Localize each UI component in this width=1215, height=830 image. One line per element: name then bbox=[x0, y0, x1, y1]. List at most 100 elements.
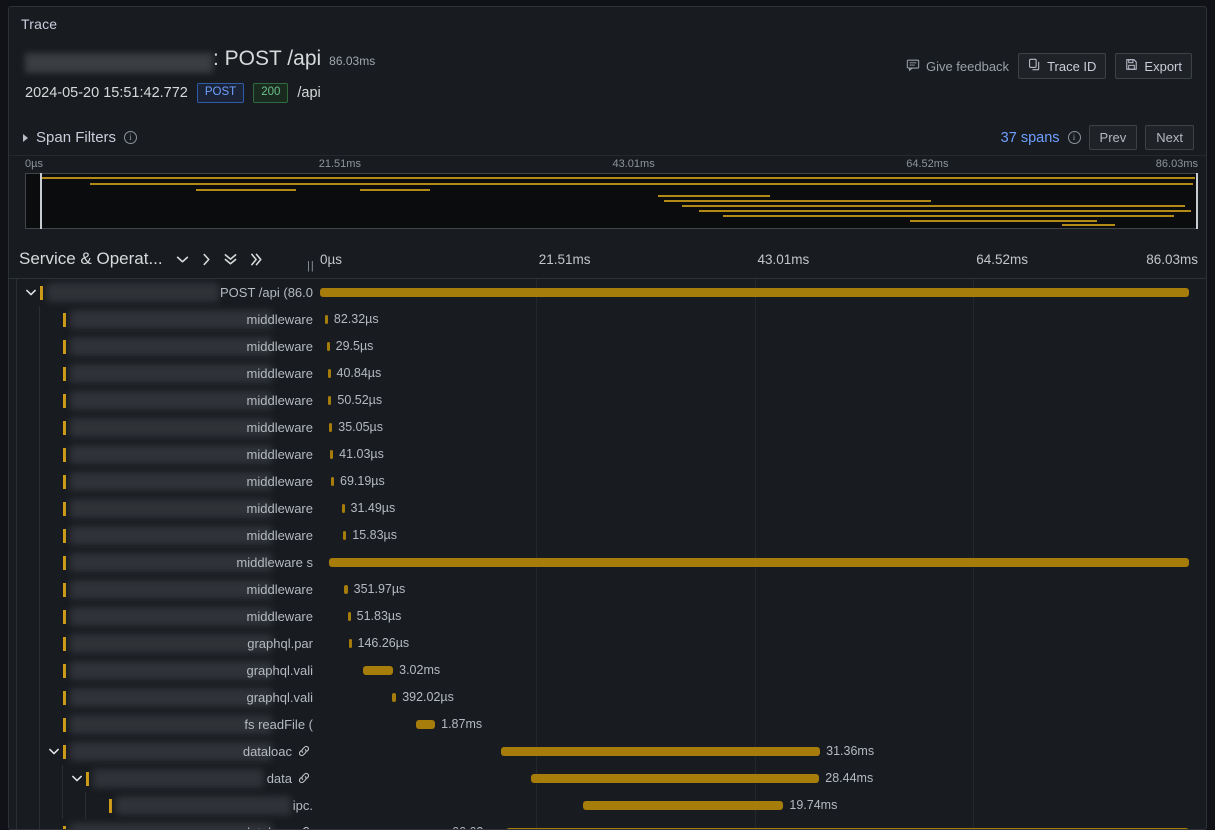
minimap-handle-right[interactable] bbox=[1195, 173, 1198, 229]
span-bar-track[interactable]: 28.44ms bbox=[314, 765, 1206, 792]
span-bar-track[interactable]: 351.97µs bbox=[314, 576, 1206, 603]
span-duration-bar[interactable] bbox=[500, 747, 821, 756]
span-row[interactable]: middleware s bbox=[9, 549, 1206, 576]
span-bar-track[interactable]: 50.52µs bbox=[314, 387, 1206, 414]
span-name-cell[interactable]: data bbox=[9, 765, 314, 792]
span-row[interactable]: middleware 29.5µs bbox=[9, 333, 1206, 360]
column-resize-handle[interactable]: || bbox=[307, 261, 314, 273]
span-row[interactable]: dataloac 31.36ms bbox=[9, 738, 1206, 765]
span-name-cell[interactable]: middleware bbox=[9, 360, 314, 387]
span-row[interactable]: middleware 41.03µs bbox=[9, 441, 1206, 468]
span-row[interactable]: graphql.vali 3.02ms bbox=[9, 657, 1206, 684]
span-row[interactable]: graphql.vali 392.02µs bbox=[9, 684, 1206, 711]
span-row[interactable]: fs readFile (1.87ms bbox=[9, 711, 1206, 738]
span-bar-track[interactable]: 19.74ms bbox=[314, 792, 1206, 819]
span-row[interactable]: POST /api (86.0 bbox=[9, 279, 1206, 306]
double-chevron-down-icon[interactable] bbox=[224, 253, 237, 266]
span-bar-track[interactable]: 51.83µs bbox=[314, 603, 1206, 630]
span-rows[interactable]: POST /api (86.0 middleware 82.32µs middlewa… bbox=[9, 279, 1206, 829]
span-duration-bar[interactable] bbox=[329, 558, 1189, 567]
span-bar-track[interactable]: 35.05µs bbox=[314, 414, 1206, 441]
minimap-handle-left[interactable] bbox=[40, 173, 43, 229]
span-row[interactable]: ipc. 19.74ms bbox=[9, 792, 1206, 819]
span-name-cell[interactable]: fs readFile ( bbox=[9, 711, 314, 738]
span-collapse-caret[interactable] bbox=[25, 279, 36, 306]
info-icon[interactable]: i bbox=[124, 131, 138, 144]
span-name-cell[interactable]: graphql.vali bbox=[9, 684, 314, 711]
span-duration-bar[interactable] bbox=[328, 396, 332, 405]
span-name-cell[interactable]: dataloac bbox=[9, 738, 314, 765]
span-bar-track[interactable] bbox=[314, 549, 1206, 576]
span-name-cell[interactable]: middleware bbox=[9, 468, 314, 495]
span-name-cell[interactable]: middleware bbox=[9, 603, 314, 630]
chevron-down-icon[interactable] bbox=[176, 255, 189, 264]
span-duration-bar[interactable] bbox=[343, 531, 347, 540]
minimap-body[interactable] bbox=[25, 173, 1198, 229]
span-bar-track[interactable]: 66.62ms bbox=[314, 819, 1206, 829]
double-chevron-right-icon[interactable] bbox=[250, 253, 263, 266]
link-icon[interactable] bbox=[297, 771, 311, 785]
span-duration-bar[interactable] bbox=[331, 477, 334, 486]
span-name-cell[interactable]: ipc. bbox=[9, 792, 314, 819]
span-name-cell[interactable]: middleware bbox=[9, 306, 314, 333]
span-bar-track[interactable]: 31.36ms bbox=[314, 738, 1206, 765]
span-bar-track[interactable]: 31.49µs bbox=[314, 495, 1206, 522]
span-name-cell[interactable]: middleware bbox=[9, 441, 314, 468]
span-duration-bar[interactable] bbox=[324, 315, 328, 324]
span-duration-bar[interactable] bbox=[506, 828, 1189, 829]
span-duration-bar[interactable] bbox=[348, 639, 352, 648]
span-name-cell[interactable]: middleware bbox=[9, 387, 314, 414]
next-button[interactable]: Next bbox=[1145, 125, 1194, 150]
link-icon[interactable] bbox=[297, 744, 311, 758]
span-name-cell[interactable]: middleware bbox=[9, 576, 314, 603]
span-row[interactable]: data 28.44ms bbox=[9, 765, 1206, 792]
span-row[interactable]: middleware 40.84µs bbox=[9, 360, 1206, 387]
span-duration-bar[interactable] bbox=[392, 693, 397, 702]
span-duration-bar[interactable] bbox=[326, 342, 330, 351]
span-collapse-caret[interactable] bbox=[71, 765, 82, 792]
span-row[interactable]: dataloac 66.62ms bbox=[9, 819, 1206, 829]
span-duration-bar[interactable] bbox=[347, 612, 351, 621]
span-row[interactable]: middleware 351.97µs bbox=[9, 576, 1206, 603]
span-bar-track[interactable]: 82.32µs bbox=[314, 306, 1206, 333]
span-bar-track[interactable] bbox=[314, 279, 1206, 306]
chevron-right-icon[interactable] bbox=[202, 253, 211, 266]
span-row[interactable]: graphql.par 146.26µs bbox=[9, 630, 1206, 657]
span-duration-bar[interactable] bbox=[341, 504, 345, 513]
span-bar-track[interactable]: 29.5µs bbox=[314, 333, 1206, 360]
span-duration-bar[interactable] bbox=[362, 666, 394, 675]
span-row[interactable]: middleware 69.19µs bbox=[9, 468, 1206, 495]
link-icon[interactable] bbox=[297, 825, 311, 829]
span-name-cell[interactable]: graphql.vali bbox=[9, 657, 314, 684]
span-name-cell[interactable]: middleware s bbox=[9, 549, 314, 576]
prev-button[interactable]: Prev bbox=[1088, 125, 1138, 150]
span-bar-track[interactable]: 146.26µs bbox=[314, 630, 1206, 657]
trace-id-button[interactable]: Trace ID bbox=[1018, 53, 1107, 79]
span-collapse-caret[interactable] bbox=[48, 819, 59, 829]
span-name-cell[interactable]: middleware bbox=[9, 522, 314, 549]
span-duration-bar[interactable] bbox=[531, 774, 820, 783]
span-name-cell[interactable]: POST /api (86.0 bbox=[9, 279, 314, 306]
span-row[interactable]: middleware 50.52µs bbox=[9, 387, 1206, 414]
span-name-cell[interactable]: middleware bbox=[9, 333, 314, 360]
span-bar-track[interactable]: 69.19µs bbox=[314, 468, 1206, 495]
span-row[interactable]: middleware 35.05µs bbox=[9, 414, 1206, 441]
span-duration-bar[interactable] bbox=[330, 450, 334, 459]
spans-info-icon[interactable]: i bbox=[1067, 131, 1081, 144]
span-row[interactable]: middleware 15.83µs bbox=[9, 522, 1206, 549]
span-filters-toggle[interactable]: Span Filters i bbox=[23, 129, 138, 146]
span-name-cell[interactable]: middleware bbox=[9, 495, 314, 522]
span-bar-track[interactable]: 41.03µs bbox=[314, 441, 1206, 468]
span-row[interactable]: middleware 51.83µs bbox=[9, 603, 1206, 630]
span-duration-bar[interactable] bbox=[319, 288, 1189, 297]
span-collapse-caret[interactable] bbox=[48, 738, 59, 765]
span-duration-bar[interactable] bbox=[327, 369, 331, 378]
span-bar-track[interactable]: 1.87ms bbox=[314, 711, 1206, 738]
span-name-cell[interactable]: dataloac bbox=[9, 819, 314, 829]
span-duration-bar[interactable] bbox=[415, 720, 436, 729]
span-name-cell[interactable]: middleware bbox=[9, 414, 314, 441]
span-bar-track[interactable]: 15.83µs bbox=[314, 522, 1206, 549]
span-row[interactable]: middleware 31.49µs bbox=[9, 495, 1206, 522]
span-duration-bar[interactable] bbox=[583, 801, 784, 810]
span-bar-track[interactable]: 40.84µs bbox=[314, 360, 1206, 387]
